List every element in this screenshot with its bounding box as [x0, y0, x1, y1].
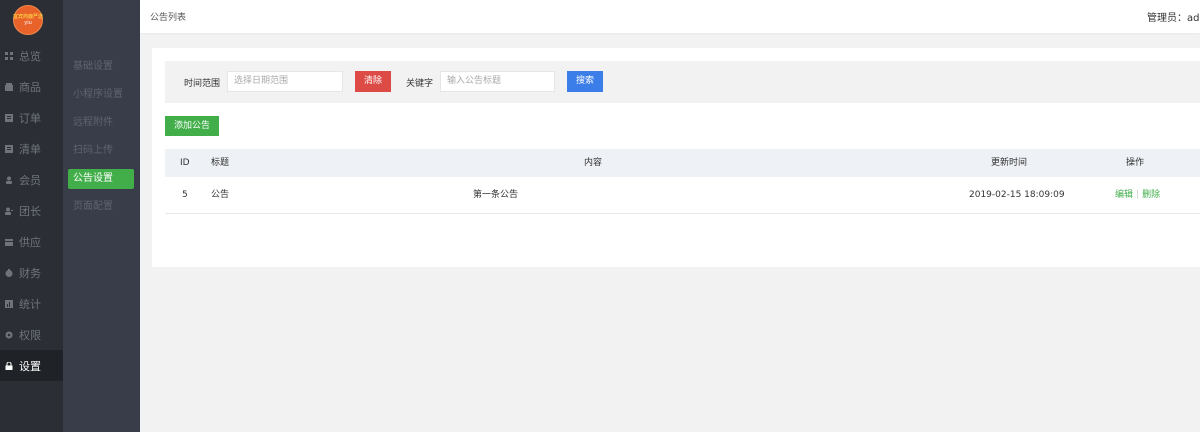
clear-button[interactable]: 清除 — [355, 71, 391, 92]
col-id: ID — [180, 158, 190, 168]
order-icon — [5, 113, 13, 122]
user-icon — [5, 176, 13, 184]
subnav-item-0[interactable]: 基础设置 — [68, 57, 134, 77]
filter-bar: 时间范围 选择日期范围 清除 关键字 输入公告标题 搜索 — [165, 61, 1200, 103]
sub-menu: 基础设置小程序设置远程附件扫码上传公告设置页面配置 — [68, 57, 134, 225]
sidebar-item-label: 团长 — [19, 204, 41, 218]
table-header: ID 标题 内容 更新时间 操作 — [165, 149, 1200, 177]
date-range-input[interactable]: 选择日期范围 — [227, 71, 343, 92]
sidebar-item-label: 清单 — [19, 142, 41, 156]
row-title: 公告 — [211, 190, 230, 200]
col-title: 标题 — [211, 158, 230, 168]
sidebar-item-label: 会员 — [19, 173, 41, 187]
ops-divider: | — [1136, 190, 1140, 200]
subnav-item-1[interactable]: 小程序设置 — [68, 85, 134, 105]
sub-sidebar: 基础设置小程序设置远程附件扫码上传公告设置页面配置 — [63, 0, 140, 432]
edit-link[interactable]: 编辑 — [1115, 190, 1133, 200]
chart-icon — [5, 299, 13, 308]
sidebar-item-label: 总览 — [19, 49, 41, 63]
sidebar-item-label: 设置 — [19, 359, 41, 373]
sidebar-item-1[interactable]: 商品 — [0, 71, 63, 102]
admin-user[interactable]: 管理员：adm — [1147, 9, 1200, 24]
sidebar-item-8[interactable]: 统计 — [0, 288, 63, 319]
sidebar-item-5[interactable]: 团长 — [0, 195, 63, 226]
sidebar-item-4[interactable]: 会员 — [0, 164, 63, 195]
row-time: 2019-02-15 18:09:09 — [969, 190, 1065, 200]
col-ops: 操作 — [1126, 158, 1145, 168]
supply-icon — [5, 238, 13, 246]
subnav-item-3[interactable]: 扫码上传 — [68, 141, 134, 161]
sidebar-item-label: 供应 — [19, 235, 41, 249]
sidebar-item-6[interactable]: 供应 — [0, 226, 63, 257]
sidebar-item-label: 订单 — [19, 111, 41, 125]
sidebar-item-label: 权限 — [19, 328, 41, 342]
keyword-input[interactable]: 输入公告标题 — [440, 71, 555, 92]
subnav-item-2[interactable]: 远程附件 — [68, 113, 134, 133]
delete-link[interactable]: 删除 — [1142, 190, 1160, 200]
top-header: 公告列表 管理员：adm — [140, 0, 1200, 33]
sidebar-item-0[interactable]: 总览 — [0, 40, 63, 71]
subnav-item-4[interactable]: 公告设置 — [68, 169, 134, 189]
search-button[interactable]: 搜索 — [567, 71, 603, 92]
subnav-item-5[interactable]: 页面配置 — [68, 197, 134, 217]
money-icon — [5, 268, 13, 277]
sidebar-item-7[interactable]: 财务 — [0, 257, 63, 288]
sidebar-item-label: 财务 — [19, 266, 41, 280]
sidebar-item-2[interactable]: 订单 — [0, 102, 63, 133]
lock-icon — [5, 361, 13, 370]
col-content: 内容 — [584, 158, 603, 168]
row-content: 第一条公告 — [473, 190, 519, 200]
row-ops: 编辑 | 删除 — [1115, 177, 1160, 214]
keyword-label: 关键字 — [406, 79, 434, 89]
sidebar-menu: 总览商品订单清单会员团长供应财务统计权限设置 — [0, 40, 63, 381]
time-range-label: 时间范围 — [184, 79, 221, 89]
list-icon — [5, 144, 13, 153]
row-id: 5 — [182, 190, 188, 200]
sidebar-item-9[interactable]: 权限 — [0, 319, 63, 350]
logo-line2: yiu — [24, 20, 32, 26]
leader-icon — [5, 207, 13, 215]
col-time: 更新时间 — [991, 158, 1028, 168]
add-notice-button[interactable]: 添加公告 — [165, 116, 219, 136]
shop-icon — [5, 82, 13, 91]
notice-table: ID 标题 内容 更新时间 操作 5 公告 第一条公告 2019-02-15 1… — [165, 149, 1200, 214]
table-row: 5 公告 第一条公告 2019-02-15 18:09:09 编辑 | 删除 — [165, 177, 1200, 214]
content-panel: 时间范围 选择日期范围 清除 关键字 输入公告标题 搜索 添加公告 ID 标题 … — [152, 48, 1200, 267]
sidebar-item-label: 商品 — [19, 80, 41, 94]
sidebar-item-3[interactable]: 清单 — [0, 133, 63, 164]
sidebar-item-10[interactable]: 设置 — [0, 350, 63, 381]
sidebar-item-label: 统计 — [19, 297, 41, 311]
page-title: 公告列表 — [150, 13, 187, 23]
main-sidebar: 宜宾商鹿严选 yiu 总览商品订单清单会员团长供应财务统计权限设置 — [0, 0, 63, 432]
grid-icon — [5, 51, 13, 60]
gear-icon — [5, 331, 13, 339]
brand-logo[interactable]: 宜宾商鹿严选 yiu — [13, 5, 43, 35]
